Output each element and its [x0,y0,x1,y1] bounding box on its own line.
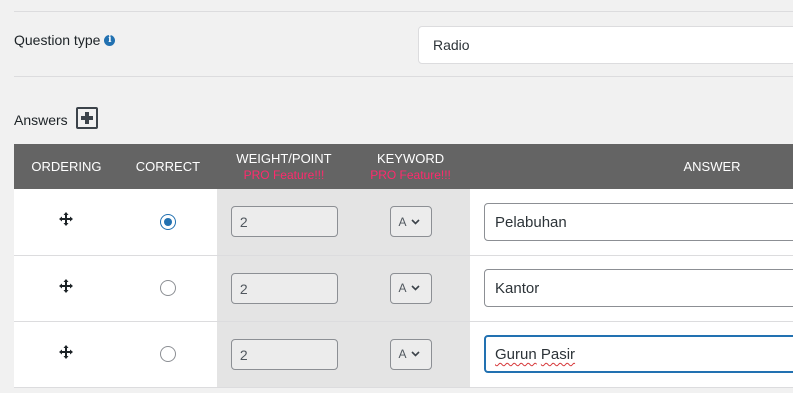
question-type-select[interactable]: Radio [418,26,793,64]
answer-input[interactable]: Kantor [484,269,793,307]
divider [14,76,793,77]
keyword-header: KEYWORD PRO Feature!!! [351,144,470,189]
answer-header: ANSWER [470,144,793,189]
keyword-value: A [398,347,407,361]
keyword-cell: A [351,255,470,322]
weight-pro-badge: PRO Feature!!! [243,167,325,182]
correct-cell [118,189,217,256]
question-type-label: Question type i [14,32,116,48]
answers-label: Answers [14,112,68,128]
add-answer-button[interactable] [75,107,98,129]
keyword-select[interactable]: A [389,338,432,370]
correct-radio[interactable] [159,345,176,362]
answer-text-2: Pasir [540,346,576,363]
keyword-cell: A [351,321,470,388]
correct-cell [118,321,217,388]
weight-input[interactable]: 2 [230,338,338,370]
weight-input[interactable]: 2 [230,272,338,304]
chevron-down-icon [410,285,420,291]
answer-text: Gurun [495,346,537,363]
correct-radio[interactable] [159,279,176,296]
answer-input[interactable]: Gurun Pasir [484,335,793,373]
table-header-row: ORDERING CORRECT WEIGHT/POINT PRO Featur… [14,144,793,189]
weight-cell: 2 [216,321,352,388]
keyword-pro-badge: PRO Feature!!! [370,167,451,182]
table-row: 2 A Kantor [14,255,793,322]
question-type-label-text: Question type [14,32,101,48]
move-icon[interactable] [58,211,74,227]
ordering-header: ORDERING [14,144,119,189]
ordering-cell [14,321,119,388]
keyword-value: A [398,214,407,229]
keyword-value: A [398,281,407,295]
answer-cell: Pelabuhan [470,189,793,256]
answer-text: Kantor [495,280,540,297]
weight-header-label: WEIGHT/POINT [236,150,332,166]
question-type-row: Question type i Radio [14,24,793,76]
keyword-header-label: KEYWORD [376,150,445,166]
table-row: 2 A Pelabuhan [14,189,793,256]
ordering-cell [14,255,119,322]
move-icon[interactable] [58,278,74,294]
correct-cell [118,255,217,322]
answer-input[interactable]: Pelabuhan [484,202,793,241]
weight-cell: 2 [216,189,352,256]
chevron-down-icon [410,351,420,357]
top-border [0,0,793,12]
move-icon[interactable] [58,344,74,360]
weight-header: WEIGHT/POINT PRO Feature!!! [216,144,352,189]
keyword-select[interactable]: A [389,206,432,238]
weight-input[interactable]: 2 [230,206,338,238]
keyword-select[interactable]: A [389,272,432,304]
answer-cell: Gurun Pasir [470,321,793,388]
info-icon[interactable]: i [104,34,116,46]
table-row: 2 A Gurun Pasir [14,321,793,388]
weight-cell: 2 [216,255,352,322]
correct-radio[interactable] [159,213,176,230]
keyword-cell: A [351,189,470,256]
answer-cell: Kantor [470,255,793,322]
answer-text: Pelabuhan [495,213,567,231]
answers-header: Answers [14,105,98,131]
chevron-down-icon [410,219,420,225]
ordering-cell [14,189,119,256]
correct-header: CORRECT [118,144,217,189]
answers-table: ORDERING CORRECT WEIGHT/POINT PRO Featur… [14,144,793,388]
